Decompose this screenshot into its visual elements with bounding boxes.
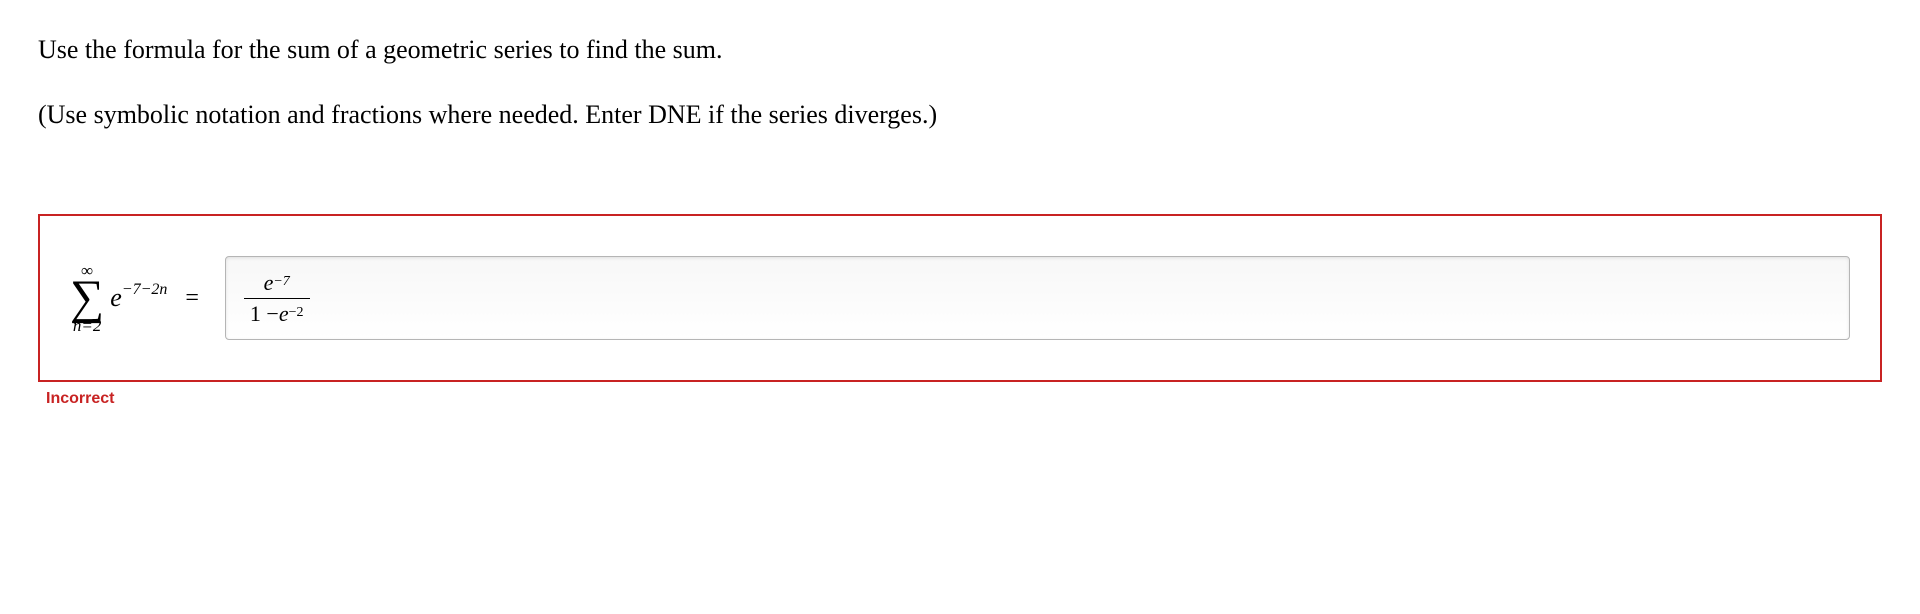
fraction-numerator: e−7: [258, 270, 296, 298]
sigma-notation: ∞ ∑ n=2: [70, 262, 104, 333]
denominator-exponent: −2: [289, 305, 304, 321]
summand-base: e: [110, 283, 122, 312]
numerator-base: e: [264, 270, 274, 296]
denominator-base: e: [279, 301, 289, 327]
status-label: Incorrect: [46, 390, 1882, 408]
fraction-denominator: 1 − e−2: [244, 299, 310, 327]
equation-lhs: ∞ ∑ n=2 e−7−2n =: [70, 262, 225, 333]
instruction-line-2: (Use symbolic notation and fractions whe…: [38, 95, 1882, 134]
instruction-line-1: Use the formula for the sum of a geometr…: [38, 30, 1882, 69]
denominator-prefix: 1 −: [250, 301, 279, 327]
sigma-symbol: ∑: [70, 276, 104, 319]
numerator-exponent: −7: [273, 274, 289, 290]
answer-container: ∞ ∑ n=2 e−7−2n = e−7 1 − e−2: [38, 214, 1882, 382]
equals-sign: =: [185, 285, 199, 312]
summand-exponent: −7−2n: [122, 281, 168, 298]
answer-input[interactable]: e−7 1 − e−2: [225, 256, 1850, 340]
answer-fraction: e−7 1 − e−2: [244, 270, 310, 327]
sigma-lower-bound: n=2: [73, 317, 101, 334]
summand: e−7−2n: [110, 283, 167, 313]
